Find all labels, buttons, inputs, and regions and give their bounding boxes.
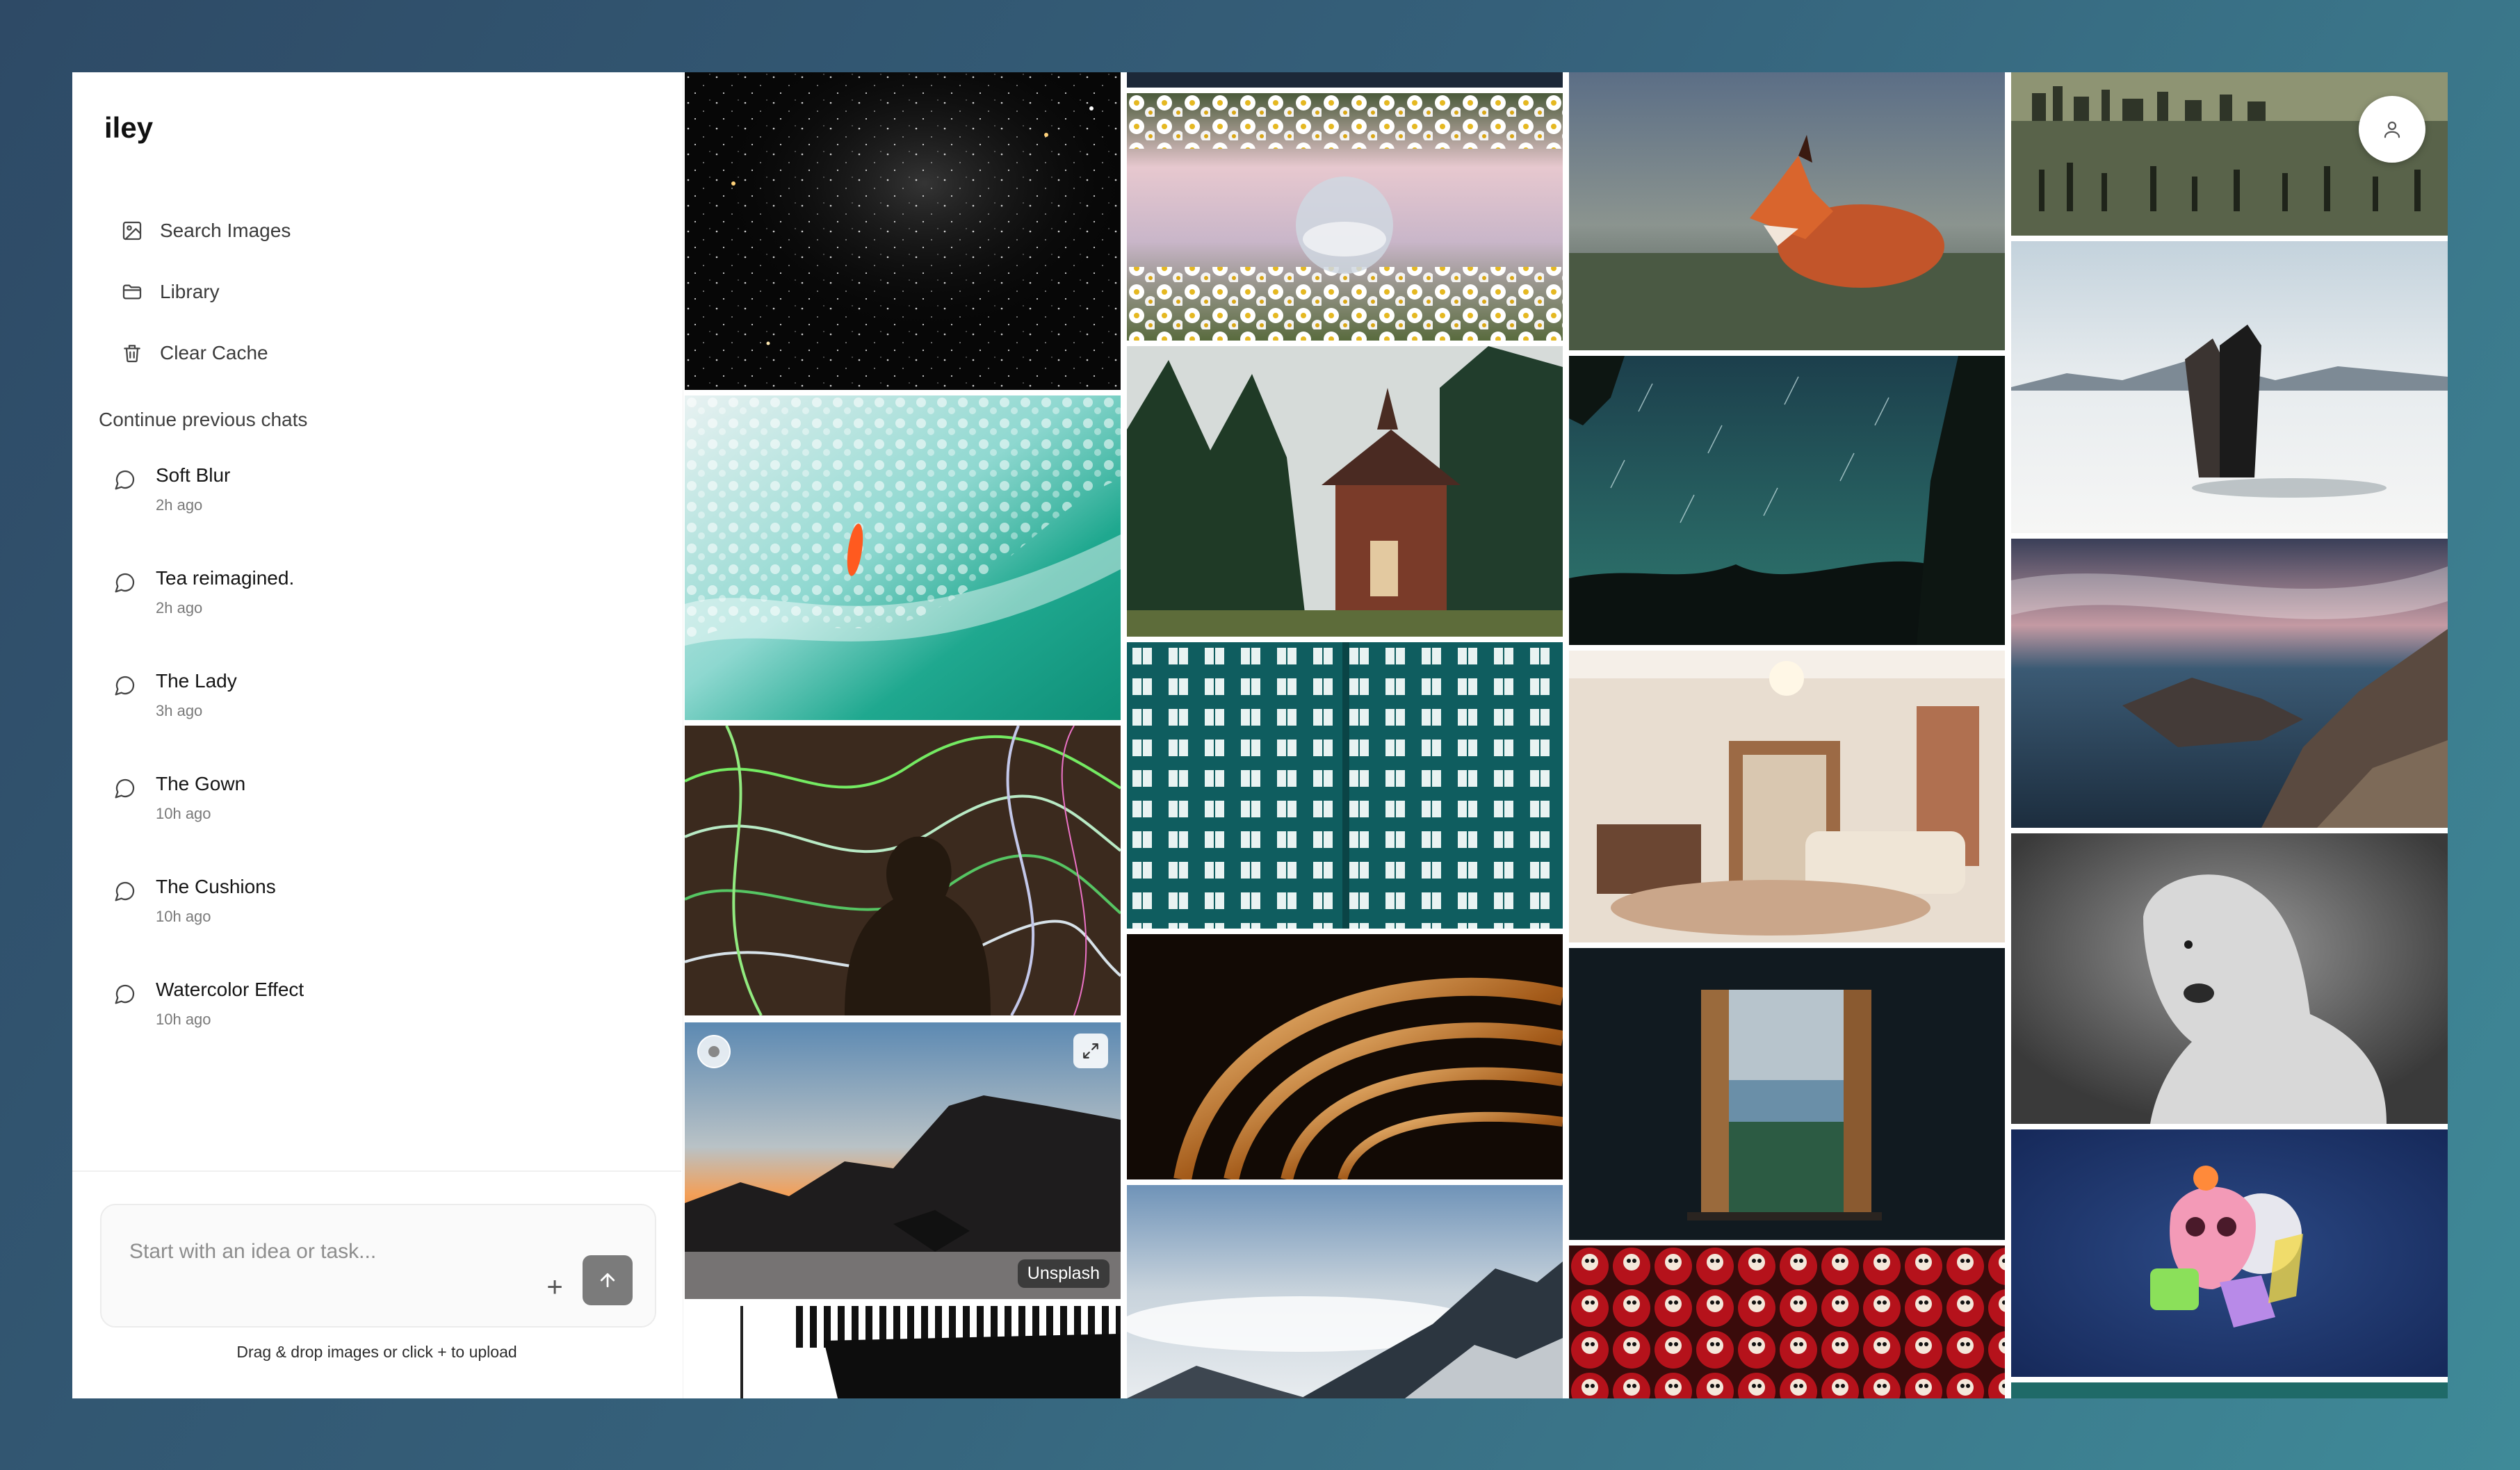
- gallery-image-partial[interactable]: [1127, 72, 1563, 88]
- lines-image: [685, 1306, 1121, 1398]
- chat-item[interactable]: The Cushions 10h ago: [114, 874, 531, 944]
- upload-button[interactable]: +: [533, 1265, 577, 1309]
- chat-bubble-icon: [115, 470, 135, 490]
- gallery-image-swirl[interactable]: [1127, 934, 1563, 1179]
- chat-time: 3h ago: [156, 702, 203, 719]
- fox-image: [1569, 72, 2005, 350]
- expand-button[interactable]: [1073, 1034, 1108, 1068]
- app-window: iley Search Images Library Clear Cache C…: [72, 72, 2448, 1398]
- sunset-image: [685, 1022, 1121, 1299]
- arrow-up-icon: [600, 1273, 615, 1288]
- chat-title: The Cushions: [156, 876, 276, 897]
- window-image: [1569, 948, 2005, 1240]
- gallery-image-window[interactable]: [1569, 948, 2005, 1240]
- chat-time: 2h ago: [156, 496, 203, 514]
- chat-title: Soft Blur: [156, 464, 231, 486]
- send-button[interactable]: [583, 1255, 633, 1305]
- image-gallery: Unsplash: [683, 72, 2448, 1398]
- nav-label: Search Images: [160, 220, 291, 241]
- chat-item[interactable]: Tea reimagined. 2h ago: [114, 566, 531, 635]
- chat-bubble-icon: [115, 984, 135, 1004]
- nav-label: Clear Cache: [160, 342, 268, 364]
- chat-title: Watercolor Effect: [156, 979, 304, 1000]
- chat-title: Tea reimagined.: [156, 567, 295, 589]
- expand-icon: [1083, 1043, 1098, 1059]
- nav-label: Library: [160, 281, 220, 302]
- chat-time: 10h ago: [156, 805, 211, 822]
- gallery-image-daruma[interactable]: [1569, 1246, 2005, 1398]
- chat-item[interactable]: The Gown 10h ago: [114, 771, 531, 841]
- gallery-image-chapel[interactable]: [1127, 346, 1563, 637]
- chat-time: 2h ago: [156, 599, 203, 616]
- gallery-image-startrails[interactable]: [1569, 356, 2005, 645]
- chapel-image: [1127, 346, 1563, 637]
- chat-title: The Gown: [156, 773, 246, 794]
- gallery-image-sunset[interactable]: Unsplash: [685, 1022, 1121, 1299]
- gallery-image-building[interactable]: [1127, 642, 1563, 929]
- select-dot: [708, 1046, 720, 1057]
- swirl-image: [1127, 934, 1563, 1179]
- folder-icon: [122, 284, 142, 300]
- chat-item[interactable]: Watercolor Effect 10h ago: [114, 977, 531, 1047]
- image-source-badge: Unsplash: [1017, 1259, 1109, 1288]
- chat-bubble-icon: [115, 881, 135, 901]
- trash-icon: [124, 345, 140, 363]
- chat-title: The Lady: [156, 670, 237, 692]
- app-logo: iley: [104, 111, 154, 144]
- chat-bubble-icon: [115, 778, 135, 799]
- image-search-icon: [122, 221, 142, 240]
- nav-clear-cache[interactable]: Clear Cache: [121, 331, 268, 375]
- stars-image: [685, 72, 1121, 390]
- gallery-image-couple[interactable]: [2011, 241, 2448, 533]
- gallery-image-polarbear[interactable]: [2011, 833, 2448, 1124]
- user-icon: [2384, 121, 2400, 138]
- gallery-image-fox[interactable]: [1569, 72, 2005, 350]
- chat-bubble-icon: [115, 573, 135, 593]
- nav-library[interactable]: Library: [121, 270, 220, 314]
- neon-image: [685, 726, 1121, 1015]
- building-image: [1127, 642, 1563, 929]
- startrails-image: [1569, 356, 2005, 645]
- prompt-composer: +: [100, 1204, 656, 1328]
- gallery-image-skull[interactable]: [2011, 1129, 2448, 1377]
- select-radio[interactable]: [697, 1035, 731, 1068]
- gallery-image-daisies[interactable]: [1127, 93, 1563, 341]
- room-image: [1569, 651, 2005, 942]
- nav-search-images[interactable]: Search Images: [121, 209, 291, 253]
- gallery-image-ocean[interactable]: [685, 395, 1121, 720]
- upload-helper-text: Drag & drop images or click + to upload: [236, 1343, 517, 1361]
- sidebar: iley Search Images Library Clear Cache C…: [72, 72, 684, 1398]
- daisies-image: [1127, 93, 1563, 341]
- gallery-image-lines[interactable]: [685, 1306, 1121, 1398]
- partial-teal-image: [2011, 1382, 2448, 1398]
- chats-heading: Continue previous chats: [99, 409, 308, 430]
- skull-image: [2011, 1129, 2448, 1377]
- coast-image: [2011, 539, 2448, 828]
- mountain-image: [1127, 1185, 1563, 1398]
- gallery-image-stars[interactable]: [685, 72, 1121, 390]
- user-avatar-button[interactable]: [2359, 96, 2425, 163]
- gallery-image-coast[interactable]: [2011, 539, 2448, 828]
- polarbear-image: [2011, 833, 2448, 1124]
- gallery-image-mountain[interactable]: [1127, 1185, 1563, 1398]
- chat-item[interactable]: The Lady 3h ago: [114, 669, 531, 738]
- daruma-image: [1569, 1246, 2005, 1398]
- chat-item[interactable]: Soft Blur 2h ago: [114, 463, 531, 532]
- chat-time: 10h ago: [156, 1011, 211, 1028]
- chat-bubble-icon: [115, 676, 135, 696]
- gallery-image-partial-teal[interactable]: [2011, 1382, 2448, 1398]
- sidebar-divider: [72, 1170, 681, 1172]
- gallery-image-neon[interactable]: [685, 726, 1121, 1015]
- prompt-input[interactable]: [128, 1236, 520, 1268]
- ocean-image: [685, 395, 1121, 720]
- partial-image: [1127, 72, 1563, 88]
- chat-time: 10h ago: [156, 908, 211, 925]
- couple-image: [2011, 241, 2448, 533]
- gallery-image-room[interactable]: [1569, 651, 2005, 942]
